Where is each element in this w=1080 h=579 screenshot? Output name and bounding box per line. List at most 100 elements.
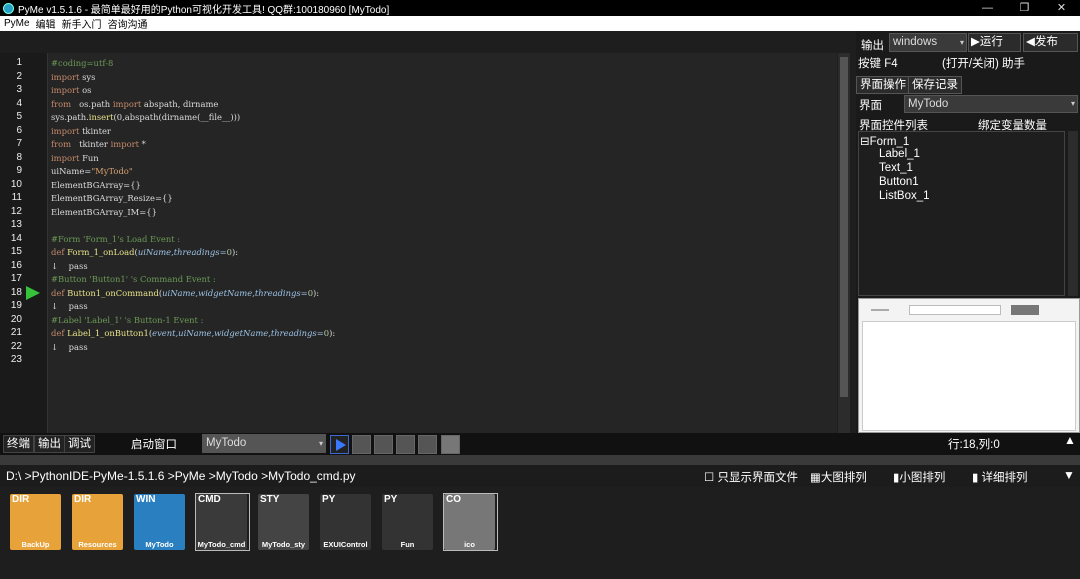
code-editor[interactable]: 1 2 3 4 5 6 7 8 9 10 11 12 13 14 15 16 17 18 19 20 21 22 23 #c… bbox=[0, 53, 855, 433]
stop-icon[interactable] bbox=[441, 435, 460, 454]
line-number: 20 bbox=[10, 313, 22, 325]
menu-edit[interactable]: 编辑 bbox=[36, 16, 56, 31]
tree-item-text[interactable]: Text_1 bbox=[879, 162, 913, 174]
code-line[interactable]: def Form_1_onLoad(uiName,threadings=0): bbox=[51, 247, 238, 257]
tab-ui-ops[interactable]: 界面操作 bbox=[856, 76, 910, 94]
editor-scroll-thumb[interactable] bbox=[840, 57, 848, 397]
code-line[interactable]: #Label 'Label_1' 's Button-1 Event : bbox=[51, 315, 203, 325]
code-token: ElementBGArray_Resize={} bbox=[51, 193, 173, 203]
menu-pyme[interactable]: PyMe bbox=[4, 18, 30, 29]
file-item[interactable]: STY MyTodo_sty bbox=[258, 494, 311, 550]
form-preview[interactable] bbox=[858, 298, 1080, 433]
play-icon[interactable] bbox=[330, 435, 349, 454]
small-view-label: 小图排列 bbox=[899, 472, 946, 484]
code-token: from bbox=[51, 98, 72, 109]
code-token: os bbox=[79, 85, 92, 95]
tab-terminal[interactable]: 终端 bbox=[3, 435, 34, 453]
code-line[interactable]: ElementBGArray={} bbox=[51, 180, 141, 190]
small-view-button[interactable]: ▮小图排列 bbox=[893, 469, 945, 485]
code-line[interactable]: uiName="MyTodo" bbox=[51, 166, 133, 176]
code-line[interactable]: import Fun bbox=[51, 153, 99, 163]
code-token: Fun bbox=[79, 152, 99, 163]
code-token: tkinter bbox=[79, 125, 111, 136]
line-number: 6 bbox=[16, 124, 22, 136]
tree-item-label[interactable]: Label_1 bbox=[879, 148, 920, 160]
code-token: import bbox=[51, 125, 80, 136]
tree-item-listbox[interactable]: ListBox_1 bbox=[879, 190, 930, 202]
tab-debug[interactable]: 调试 bbox=[64, 435, 95, 453]
code-token: import bbox=[51, 85, 80, 95]
file-item[interactable]: PY Fun bbox=[382, 494, 435, 550]
line-number: 16 bbox=[10, 259, 22, 271]
code-area[interactable]: #coding=utf-8 import sys import os from os.… bbox=[47, 53, 837, 433]
outdent-icon[interactable] bbox=[374, 435, 393, 454]
large-view-label: 大图排列 bbox=[820, 472, 867, 484]
large-view-button[interactable]: ▦大图排列 bbox=[810, 469, 867, 485]
code-token: Form_1_onLoad bbox=[64, 247, 135, 257]
file-item[interactable]: PY EXUIControl bbox=[320, 494, 373, 550]
code-line[interactable]: #Button 'Button1' 's Command Event : bbox=[51, 274, 216, 284]
file-item[interactable]: WIN MyTodo bbox=[134, 494, 187, 550]
file-item[interactable]: CO ico bbox=[443, 493, 498, 551]
code-line[interactable]: from os.path import abspath, dirname bbox=[51, 99, 218, 109]
code-line[interactable]: ElementBGArray_IM={} bbox=[51, 207, 157, 217]
preview-listbox bbox=[862, 321, 1076, 431]
minimize-button[interactable]: — bbox=[969, 0, 1006, 16]
line-number: 2 bbox=[16, 70, 22, 82]
ui-select[interactable]: MyTodo ▾ bbox=[904, 95, 1078, 113]
run-button[interactable]: ▶运行 bbox=[968, 33, 1021, 52]
controls-tree[interactable]: ⊟Form_1 Label_1 Text_1 Button1 ListBox_1 bbox=[858, 131, 1065, 296]
code-token: ElementBGArray={} bbox=[51, 179, 141, 190]
file-item[interactable]: DIR BackUp bbox=[10, 494, 63, 550]
splitter[interactable] bbox=[0, 455, 1080, 465]
code-line[interactable]: ↓ pass bbox=[51, 342, 88, 352]
code-token: sys bbox=[79, 71, 96, 82]
publish-button[interactable]: ◀发布 bbox=[1023, 33, 1078, 52]
comment-icon[interactable] bbox=[396, 435, 415, 454]
undo-icon[interactable] bbox=[418, 435, 437, 454]
code-line[interactable]: ElementBGArray_Resize={} bbox=[51, 193, 173, 203]
code-line[interactable]: ↓ pass bbox=[51, 261, 88, 271]
code-line[interactable]: from tkinter import * bbox=[51, 139, 146, 149]
line-number: 22 bbox=[10, 340, 22, 352]
platform-select[interactable]: windows ▾ bbox=[889, 33, 967, 52]
code-line[interactable]: import tkinter bbox=[51, 126, 111, 136]
file-item[interactable]: DIR Resources bbox=[72, 494, 125, 550]
code-token: import bbox=[51, 71, 80, 82]
code-line[interactable]: import sys bbox=[51, 72, 95, 82]
only-ui-checkbox[interactable]: ☐ 只显示界面文件 bbox=[704, 469, 798, 485]
menu-consult[interactable]: 咨询沟通 bbox=[108, 16, 148, 31]
current-line-arrow-icon bbox=[26, 285, 40, 300]
code-line[interactable]: import os bbox=[51, 85, 91, 95]
maximize-button[interactable]: ❐ bbox=[1006, 0, 1043, 16]
tab-save-records[interactable]: 保存记录 bbox=[908, 76, 962, 94]
collapse-up-icon[interactable]: ▲ bbox=[1064, 433, 1076, 447]
tab-output[interactable]: 输出 bbox=[34, 435, 65, 453]
bottom-toolbar: 终端 输出 调试 启动窗口 MyTodo ▾ 行:18,列:0 ▲ bbox=[0, 433, 1080, 455]
detail-view-button[interactable]: ▮ 详细排列 bbox=[972, 469, 1028, 485]
code-line[interactable]: ↓ pass bbox=[51, 301, 88, 311]
file-name: EXUIControl bbox=[323, 540, 368, 549]
collapse-down-icon[interactable]: ▼ bbox=[1063, 468, 1075, 482]
code-line[interactable]: def Label_1_onButton1(event,uiName,widge… bbox=[51, 328, 335, 338]
file-name: BackUp bbox=[21, 540, 50, 549]
start-window-value: MyTodo bbox=[206, 437, 247, 449]
editor-scrollbar[interactable] bbox=[838, 53, 850, 433]
file-item[interactable]: CMD MyTodo_cmd bbox=[195, 493, 250, 551]
code-line[interactable]: #coding=utf-8 bbox=[51, 58, 113, 68]
code-line[interactable]: #Form 'Form_1's Load Event : bbox=[51, 234, 180, 244]
line-number: 14 bbox=[10, 232, 22, 244]
tree-item-button[interactable]: Button1 bbox=[879, 176, 919, 188]
tree-item-form[interactable]: ⊟Form_1 bbox=[860, 134, 909, 148]
file-name: MyTodo_cmd bbox=[197, 540, 246, 549]
indent-icon[interactable] bbox=[352, 435, 371, 454]
close-button[interactable]: ✕ bbox=[1043, 0, 1080, 16]
start-window-select[interactable]: MyTodo ▾ bbox=[202, 434, 326, 453]
cursor-position: 行:18,列:0 bbox=[948, 439, 1000, 451]
menu-beginner[interactable]: 新手入门 bbox=[62, 16, 102, 31]
file-name: MyTodo bbox=[145, 540, 174, 549]
tree-scrollbar[interactable] bbox=[1068, 131, 1078, 296]
code-token: uiName,threadings= bbox=[137, 247, 227, 257]
code-line[interactable]: sys.path.insert(0,abspath(dirname(__file… bbox=[51, 112, 240, 122]
code-line[interactable]: def Button1_onCommand(uiName,widgetName,… bbox=[51, 288, 319, 298]
